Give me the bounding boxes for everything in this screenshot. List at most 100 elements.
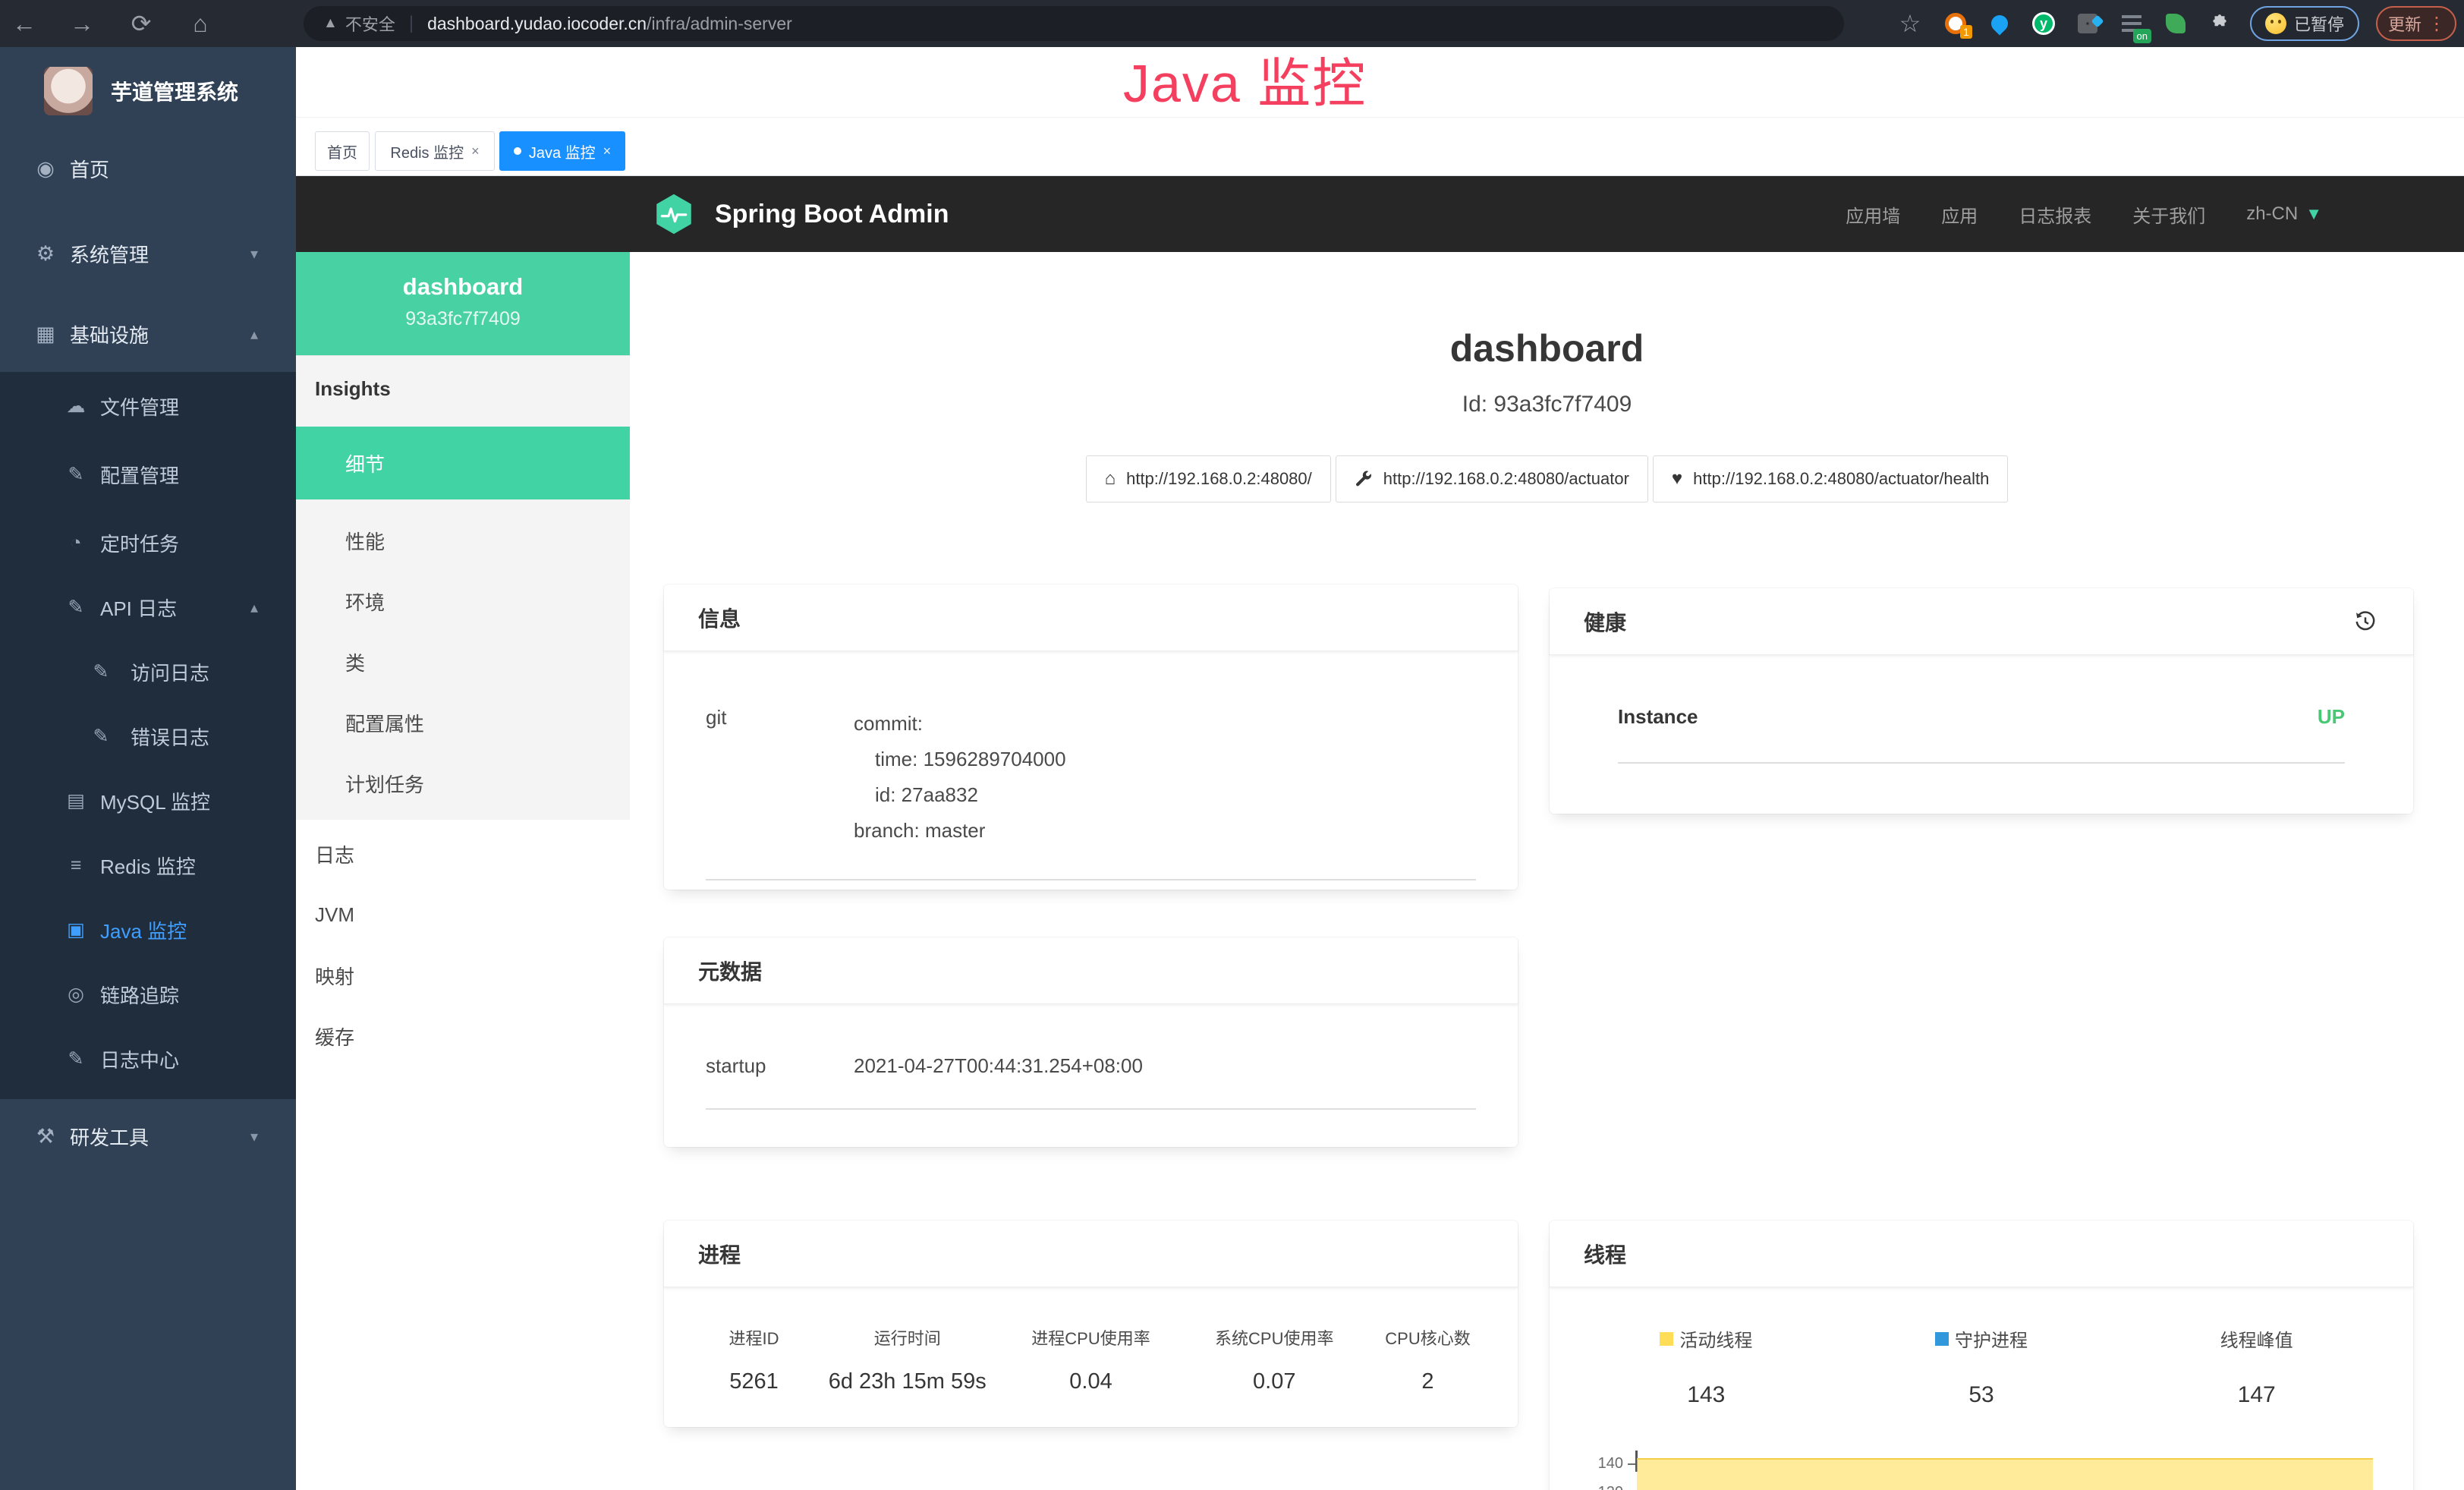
sba-hexagon-logo-icon [653, 192, 695, 236]
url-path: /infra/admin-server [647, 14, 792, 34]
sidebar-item-scheduled-jobs[interactable]: ◔定时任务 [0, 510, 296, 575]
app-title: 芋道管理系统 [111, 76, 238, 106]
extension-orange-icon[interactable]: 1 [1942, 10, 1969, 37]
actuator-url-button[interactable]: http://192.168.0.2:48080/actuator [1336, 455, 1648, 502]
sidebar-item-system[interactable]: ⚙ 系统管理 ▾ [0, 216, 296, 291]
tags-view-bar: 首页 Redis 监控 × Java 监控 × [296, 118, 2464, 176]
extensions-puzzle-icon[interactable] [2206, 10, 2233, 37]
browser-menu-icon[interactable]: ⋮ [2428, 13, 2446, 35]
cpu-cores: CPU核心数 2 [1364, 1325, 1491, 1394]
toolbox-icon: ⚒ [30, 1125, 61, 1148]
sba-nav-wallboard[interactable]: 应用墙 [1846, 201, 1900, 228]
browser-chrome: ← → ⟳ ⌂ ▲ 不安全 | dashboard.yudao.iocoder.… [0, 0, 2464, 47]
status-badge: UP [2318, 705, 2345, 729]
browser-home-button[interactable]: ⌂ [176, 0, 225, 47]
extension-leaf-icon[interactable] [2162, 10, 2189, 37]
sidebar-item-dev-tools[interactable]: ⚒ 研发工具 ▾ [0, 1098, 296, 1174]
extension-green-icon[interactable]: y [2030, 10, 2057, 37]
edit-icon: ✎ [62, 1047, 90, 1070]
sidebar-item-config-manage[interactable]: ✎配置管理 [0, 442, 296, 507]
sba-item-scheduled-tasks[interactable]: 计划任务 [296, 753, 630, 814]
metadata-startup-row: startup 2021-04-27T00:44:31.254+08:00 [706, 1054, 1476, 1110]
address-bar[interactable]: ▲ 不安全 | dashboard.yudao.iocoder.cn /infr… [304, 6, 1844, 41]
sba-instance-name: dashboard [296, 273, 630, 301]
health-instance-row: Instance UP [1618, 705, 2345, 764]
extension-switch-icon[interactable]: on [2118, 10, 2145, 37]
sba-item-jvm[interactable]: JVM [296, 884, 630, 945]
instance-links: ⌂ http://192.168.0.2:48080/ http://192.1… [630, 455, 2464, 502]
info-git-row: git commit: time: 1596289704000 id: 27aa… [706, 706, 1476, 880]
close-icon[interactable]: × [603, 143, 612, 159]
tab-home[interactable]: 首页 [315, 131, 370, 171]
extension-pin-icon[interactable] [1986, 10, 2013, 37]
sidebar-item-file-manage[interactable]: ☁文件管理 [0, 373, 296, 439]
sba-item-mappings[interactable]: 映射 [296, 945, 630, 1006]
card-health-title: 健康 [1584, 606, 1626, 637]
history-icon[interactable] [2352, 608, 2379, 635]
sba-nav: 应用墙 应用 日志报表 关于我们 zh-CN ▼ [1846, 176, 2322, 252]
chevron-up-icon: ▴ [250, 598, 258, 617]
sba-item-classes[interactable]: 类 [296, 632, 630, 692]
sidebar-item-access-logs[interactable]: ✎访问日志 [0, 639, 296, 704]
sidebar-item-label: 基础设施 [70, 320, 149, 348]
page-title: dashboard [630, 326, 2464, 370]
sidebar-item-api-logs[interactable]: ✎API 日志 ▴ [0, 575, 296, 640]
sba-item-caches[interactable]: 缓存 [296, 1006, 630, 1066]
sba-item-config-props[interactable]: 配置属性 [296, 692, 630, 753]
sba-locale-select[interactable]: zh-CN ▼ [2246, 203, 2322, 225]
sidebar-item-label: 研发工具 [70, 1123, 149, 1151]
sba-brand[interactable]: Spring Boot Admin [653, 176, 949, 252]
sidebar-item-redis-monitor[interactable]: ≡Redis 监控 [0, 833, 296, 898]
card-process: 进程 进程ID 5261 运行时间 6d 23h 15m 59s 进程CPU使用… [664, 1221, 1518, 1427]
browser-back-button[interactable]: ← [0, 0, 49, 47]
security-warning-icon: ▲ [323, 15, 338, 32]
sidebar-item-java-monitor[interactable]: ▣Java 监控 [0, 897, 296, 962]
service-url-button[interactable]: ⌂ http://192.168.0.2:48080/ [1086, 455, 1331, 502]
process-uptime: 运行时间 6d 23h 15m 59s [817, 1325, 997, 1394]
info-row-label: git [706, 706, 854, 849]
url-host: dashboard.yudao.iocoder.cn [427, 14, 647, 34]
sba-item-logs[interactable]: 日志 [296, 824, 630, 884]
tab-redis-monitor[interactable]: Redis 监控 × [375, 131, 495, 171]
instance-id-line: Id: 93a3fc7f7409 [630, 392, 2464, 417]
card-threads: 线程 活动线程 143 守护进程 53 线程峰值 147 [1550, 1221, 2413, 1490]
sidebar-item-home[interactable]: ◉ 首页 [0, 131, 296, 206]
sba-item-environment[interactable]: 环境 [296, 571, 630, 632]
sidebar-item-label: 系统管理 [70, 240, 149, 268]
tab-java-monitor[interactable]: Java 监控 × [499, 131, 625, 171]
sba-item-metrics[interactable]: 性能 [296, 510, 630, 571]
chart-yellow-area [1637, 1458, 2373, 1490]
bookmark-star-icon[interactable]: ☆ [1895, 0, 1925, 47]
sidebar-logo[interactable]: 芋道管理系统 [0, 55, 296, 128]
app-sidebar: 芋道管理系统 ◉ 首页 ⚙ 系统管理 ▾ ▦ 基础设施 ▴ ☁文件管理 ✎配置管… [0, 47, 296, 1490]
sidebar-item-mysql-monitor[interactable]: ▤MySQL 监控 [0, 768, 296, 833]
address-separator: | [409, 13, 414, 34]
stack-icon: ≡ [62, 855, 90, 877]
chevron-down-icon: ▼ [2305, 204, 2322, 224]
update-label: 更新 [2388, 11, 2422, 36]
sba-nav-about[interactable]: 关于我们 [2132, 201, 2205, 228]
sba-nav-journal[interactable]: 日志报表 [2019, 201, 2091, 228]
sidebar-item-tracing[interactable]: ◎链路追踪 [0, 962, 296, 1027]
close-icon[interactable]: × [471, 143, 480, 159]
sba-section-insights: Insights [296, 358, 630, 419]
browser-forward-button[interactable]: → [58, 0, 106, 47]
profile-paused-pill[interactable]: 已暂停 [2250, 6, 2359, 41]
sidebar-item-label: 首页 [70, 155, 109, 183]
browser-update-button[interactable]: 更新 ⋮ [2376, 6, 2456, 41]
security-label: 不安全 [345, 11, 395, 36]
eye-icon: ◎ [62, 983, 90, 1006]
sidebar-item-log-center[interactable]: ✎日志中心 [0, 1026, 296, 1092]
sba-item-details[interactable]: 细节 [296, 427, 630, 499]
extension-grid-icon[interactable] [2074, 10, 2101, 37]
server-icon: ▤ [62, 789, 90, 812]
health-url-button[interactable]: ♥ http://192.168.0.2:48080/actuator/heal… [1653, 455, 2008, 502]
browser-reload-button[interactable]: ⟳ [117, 0, 165, 47]
sidebar-item-infra[interactable]: ▦ 基础设施 ▴ [0, 296, 296, 372]
edit-icon: ✎ [87, 725, 115, 748]
sba-nav-applications[interactable]: 应用 [1941, 201, 1978, 228]
pin-icon [1987, 11, 2011, 35]
chart-y-axis: 140 120 100 [1569, 1446, 1635, 1490]
sidebar-item-error-logs[interactable]: ✎错误日志 [0, 704, 296, 769]
chevron-up-icon: ▴ [250, 325, 258, 344]
